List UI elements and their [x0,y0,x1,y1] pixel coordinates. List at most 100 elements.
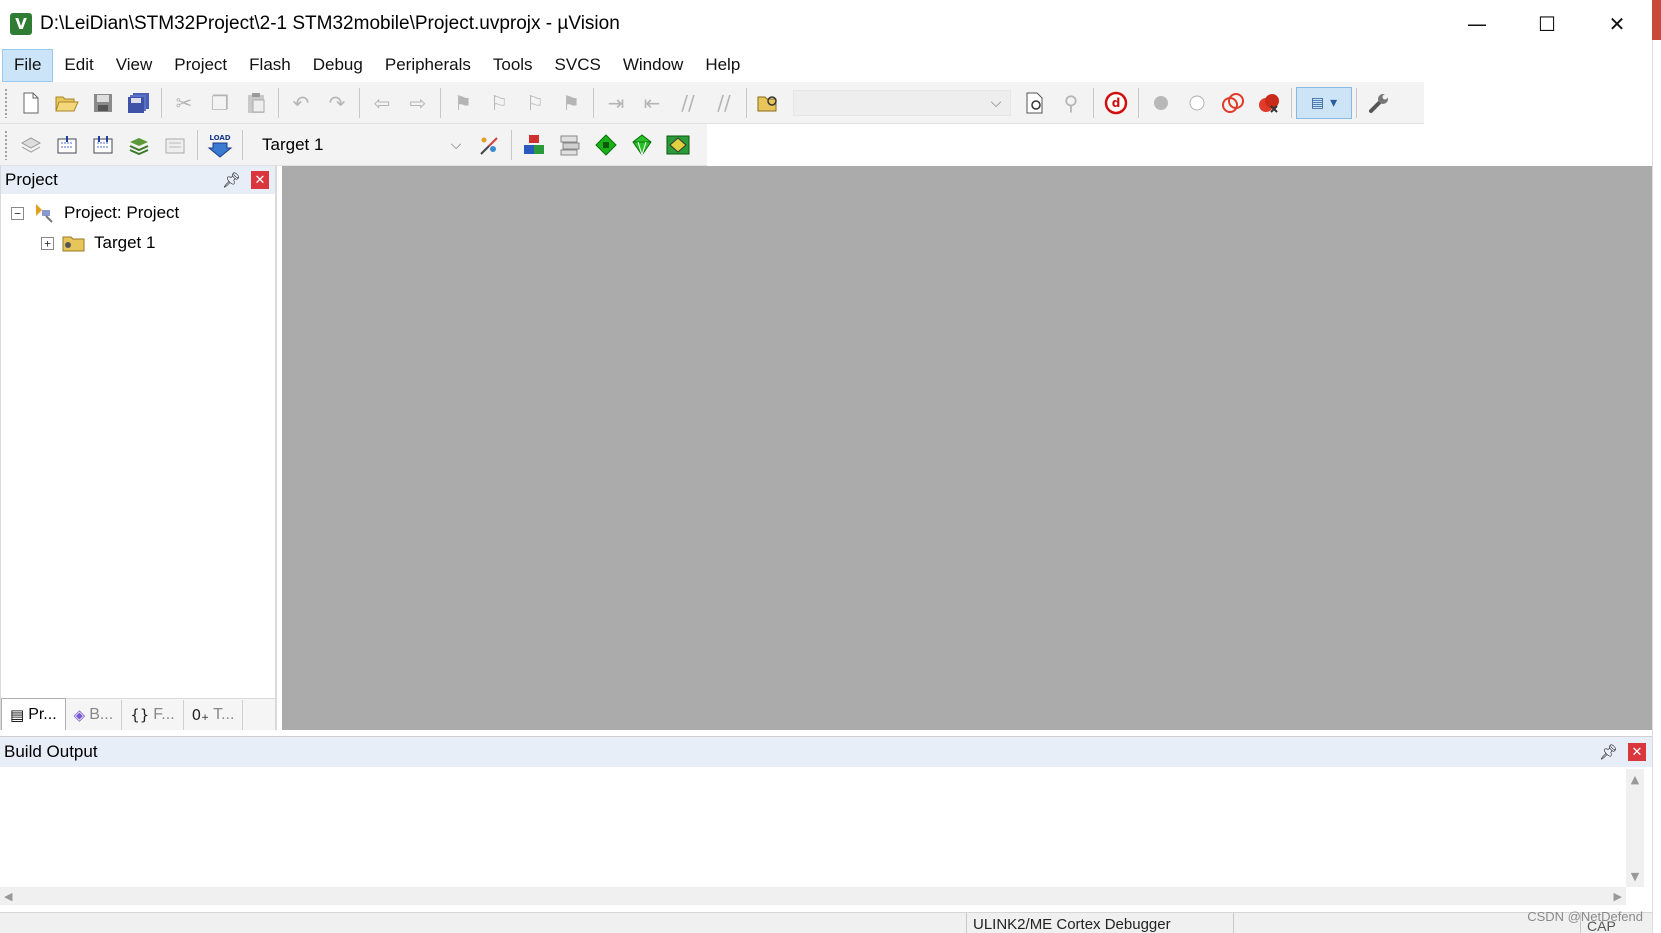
tree-item-target[interactable]: + Target 1 [1,228,275,258]
expand-icon[interactable]: + [41,236,54,250]
maximize-button[interactable]: ☐ [1512,0,1582,48]
menu-project[interactable]: Project [163,50,238,81]
unindent-icon[interactable]: ⇤ [636,87,668,119]
close-icon[interactable]: ✕ [1628,743,1646,761]
menu-help[interactable]: Help [694,50,751,81]
file-toolbar: ✂ ❐ ↶ ↷ ⇦ ⇨ ⚑ ⚐ ⚐ ⚑ ⇥ ⇤ // // ⌵ ⚲ d ▤ ▾ [0,82,1424,124]
disable-all-breakpoints-icon[interactable] [1217,87,1249,119]
books-icon: ◈ [73,706,86,724]
scroll-up-icon[interactable]: ▲ [1631,773,1639,786]
close-icon[interactable]: ✕ [251,171,269,189]
scroll-right-icon[interactable]: ▶ [1614,890,1622,903]
manage-run-time-environment-icon[interactable] [590,129,622,161]
tab-functions[interactable]: {} F... [122,700,184,730]
pack-installer-icon[interactable] [626,129,658,161]
menu-edit[interactable]: Edit [53,50,104,81]
insert-breakpoint-icon[interactable] [1145,87,1177,119]
build-output-text[interactable] [0,769,1626,887]
chevron-down-icon[interactable]: ⌵ [446,134,466,156]
redo-icon[interactable]: ↷ [321,87,353,119]
menu-file[interactable]: File [2,48,54,82]
toolbar-grip[interactable] [4,87,8,118]
tab-books[interactable]: ◈ B... [66,700,123,730]
editor-area[interactable] [282,166,1652,730]
manage-project-items-icon[interactable] [518,129,550,161]
toolbar-separator [242,129,243,160]
window-layout-button[interactable]: ▤ ▾ [1296,86,1352,119]
pin-icon[interactable]: 📌︎ [1599,743,1618,761]
menu-svcs[interactable]: SVCS [544,50,612,81]
toolbar-separator [197,129,198,160]
select-packs-icon[interactable] [554,129,586,161]
target-options-icon[interactable] [473,129,505,161]
comment-icon[interactable]: // [672,87,704,119]
kill-all-breakpoints-icon[interactable] [1253,87,1285,119]
build-output-pane: Build Output 📌︎ ✕ ▲ ▼ ◀ ▶ [0,736,1652,912]
close-window-button[interactable]: ✕ [1582,0,1652,48]
window-controls: — ☐ ✕ [1442,0,1652,48]
chevron-down-icon[interactable]: ⌵ [986,92,1006,114]
debug-session-icon[interactable]: d [1100,87,1132,119]
screen-edge [1652,0,1661,933]
project-pane: Project 📌︎ ✕ − Project: Project + Target… [0,166,277,730]
rebuild-icon[interactable] [87,129,119,161]
previous-bookmark-icon[interactable]: ⚐ [483,87,515,119]
find-in-files-icon[interactable] [753,87,785,119]
folder-icon [62,233,86,253]
menu-tools[interactable]: Tools [482,50,544,81]
minimize-button[interactable]: — [1442,0,1512,48]
toolbar-separator [440,87,441,118]
insert-bookmark-icon[interactable]: ⚑ [447,87,479,119]
target-select-value: Target 1 [262,134,324,154]
target-select[interactable]: Target 1 ⌵ [253,131,471,158]
svg-text:d: d [1112,96,1121,110]
scroll-left-icon[interactable]: ◀ [4,890,12,903]
pin-icon[interactable]: 📌︎ [222,171,241,189]
project-pane-title: Project [5,170,58,189]
clear-bookmarks-icon[interactable]: ⚑ [555,87,587,119]
new-file-icon[interactable] [15,87,47,119]
navigate-forward-icon[interactable]: ⇨ [402,87,434,119]
collapse-icon[interactable]: − [11,206,24,220]
undo-icon[interactable]: ↶ [285,87,317,119]
next-bookmark-icon[interactable]: ⚐ [519,87,551,119]
download-load-icon[interactable]: LOAD [204,129,236,161]
tab-project[interactable]: ▤ Pr... [1,698,66,730]
pane-tools: 📌︎ ✕ [222,171,269,189]
horizontal-scrollbar[interactable]: ◀ ▶ [0,887,1626,905]
tab-templates[interactable]: 0₊ T... [184,700,244,730]
stop-build-icon[interactable] [159,129,191,161]
find-icon[interactable]: ⚲ [1055,87,1087,119]
translate-icon[interactable] [15,129,47,161]
software-packs-icon[interactable] [662,129,694,161]
menu-flash[interactable]: Flash [238,50,302,81]
menu-view[interactable]: View [105,50,164,81]
build-output-header: Build Output 📌︎ ✕ [0,737,1652,767]
tree-item-project[interactable]: − Project: Project [1,198,275,228]
indent-icon[interactable]: ⇥ [600,87,632,119]
cut-icon[interactable]: ✂ [168,87,200,119]
toolbar-grip[interactable] [4,129,8,160]
copy-icon[interactable]: ❐ [204,87,236,119]
open-file-icon[interactable] [51,87,83,119]
scroll-down-icon[interactable]: ▼ [1631,870,1639,883]
build-icon[interactable] [51,129,83,161]
load-label: LOAD [209,134,230,142]
menu-window[interactable]: Window [612,50,694,81]
save-all-icon[interactable] [123,87,155,119]
batch-build-icon[interactable] [123,129,155,161]
navigate-back-icon[interactable]: ⇦ [366,87,398,119]
configure-wrench-icon[interactable] [1363,87,1395,119]
tab-label: T... [213,706,235,723]
vertical-scrollbar[interactable]: ▲ ▼ [1626,769,1644,887]
menu-peripherals[interactable]: Peripherals [374,50,482,81]
save-icon[interactable] [87,87,119,119]
incremental-find-icon[interactable] [1019,87,1051,119]
uncomment-icon[interactable]: // [708,87,740,119]
menu-debug[interactable]: Debug [302,50,374,81]
enable-breakpoint-icon[interactable] [1181,87,1213,119]
paste-icon[interactable] [240,87,272,119]
find-combo[interactable]: ⌵ [793,89,1011,116]
pane-tools: 📌︎ ✕ [1599,743,1646,761]
toolbar-separator [1356,87,1357,118]
